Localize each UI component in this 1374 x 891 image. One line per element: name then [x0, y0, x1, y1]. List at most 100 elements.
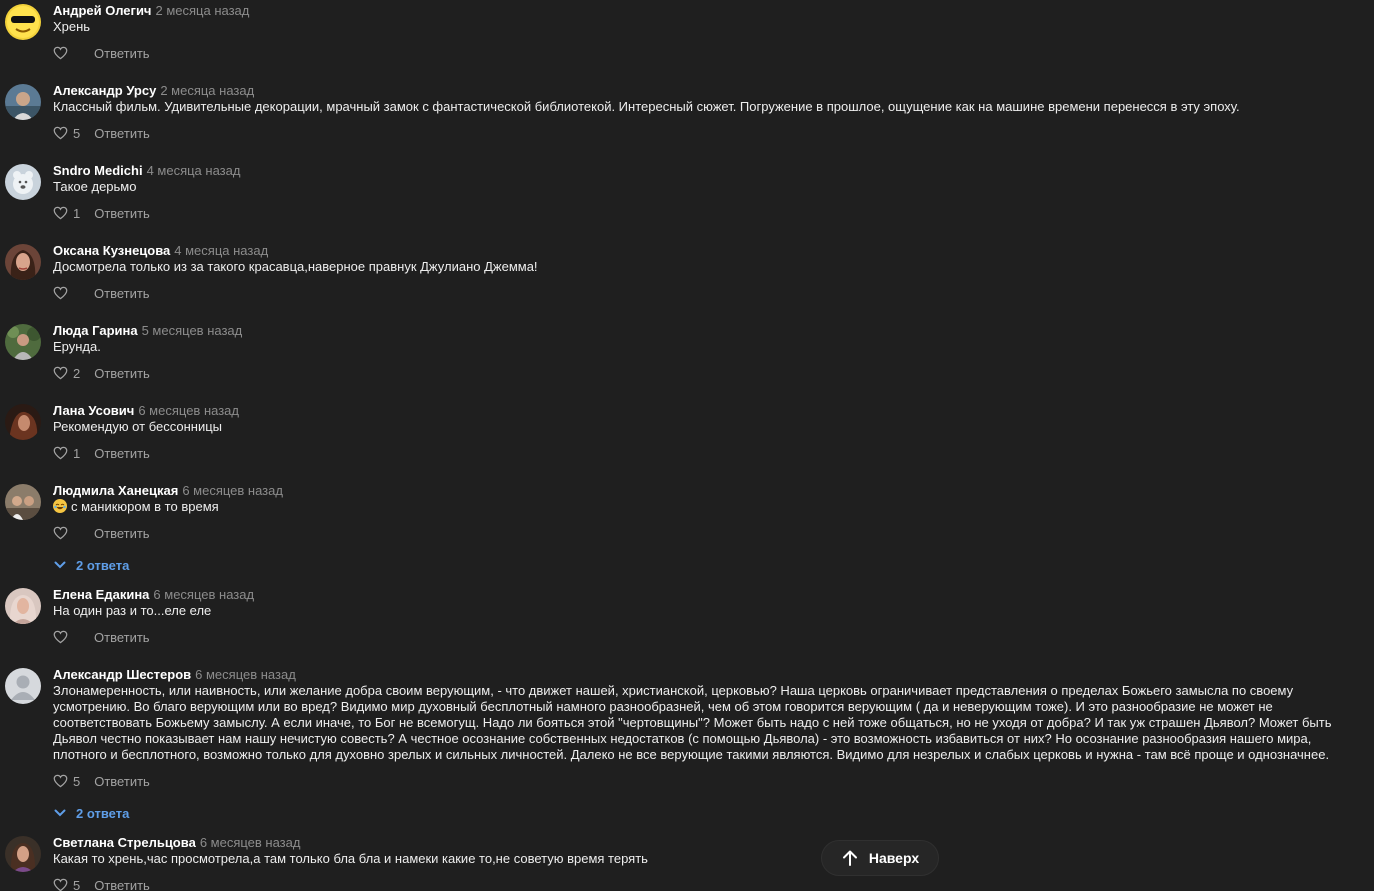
- avatar[interactable]: [5, 164, 41, 200]
- comment-time[interactable]: 2 месяца назад: [160, 83, 254, 98]
- comment-text: Какая то хрень,час просмотрела,а там тол…: [53, 851, 648, 866]
- comment-time[interactable]: 4 месяца назад: [147, 163, 241, 178]
- comment-actions: 5 Ответить: [53, 773, 150, 789]
- like-button[interactable]: [53, 525, 80, 541]
- author-name[interactable]: Светлана Стрельцова: [53, 835, 196, 850]
- comment-time[interactable]: 6 месяцев назад: [153, 587, 254, 602]
- author-name[interactable]: Александр Урсу: [53, 83, 156, 98]
- comment-header: Елена Едакина 6 месяцев назад: [53, 587, 254, 603]
- heart-icon: [53, 774, 68, 788]
- comment-time[interactable]: 5 месяцев назад: [142, 323, 243, 338]
- author-name[interactable]: Елена Едакина: [53, 587, 149, 602]
- comment-text: На один раз и то...еле еле: [53, 603, 212, 618]
- avatar[interactable]: [5, 324, 41, 360]
- comment-actions: Ответить: [53, 45, 150, 61]
- like-button[interactable]: 5: [53, 773, 80, 789]
- avatar[interactable]: [5, 836, 41, 872]
- reply-button[interactable]: Ответить: [94, 206, 150, 221]
- like-count: 5: [73, 125, 81, 141]
- comment-time[interactable]: 6 месяцев назад: [138, 403, 239, 418]
- chevron-down-icon: [54, 561, 66, 569]
- comment-header: Александр Урсу 2 месяца назад: [53, 83, 254, 99]
- heart-icon: [53, 286, 68, 300]
- comment-actions: Ответить: [53, 285, 150, 301]
- author-name[interactable]: Оксана Кузнецова: [53, 243, 170, 258]
- comment-text: Досмотрела только из за такого красавца,…: [53, 259, 538, 274]
- comment-header: Sndro Medichi 4 месяца назад: [53, 163, 240, 179]
- avatar[interactable]: [5, 84, 41, 120]
- reply-button[interactable]: Ответить: [94, 126, 150, 141]
- avatar[interactable]: [5, 484, 41, 520]
- like-button[interactable]: [53, 285, 80, 301]
- reply-button[interactable]: Ответить: [94, 446, 150, 461]
- arrow-up-icon: [842, 850, 857, 866]
- heart-icon: [53, 46, 68, 60]
- comment-actions: 5 Ответить: [53, 877, 150, 891]
- like-button[interactable]: 1: [53, 445, 80, 461]
- replies-count: 2 ответа: [76, 805, 130, 821]
- avatar[interactable]: [5, 668, 41, 704]
- scroll-to-top-label: Наверх: [868, 850, 920, 866]
- author-name[interactable]: Sndro Medichi: [53, 163, 143, 178]
- heart-icon: [53, 630, 68, 644]
- comments-page: Андрей Олегич 2 месяца назад Хрень Ответи…: [0, 0, 1374, 891]
- like-button[interactable]: [53, 45, 80, 61]
- like-button[interactable]: 5: [53, 877, 80, 891]
- reply-button[interactable]: Ответить: [94, 774, 150, 789]
- comment-header: Светлана Стрельцова 6 месяцев назад: [53, 835, 300, 851]
- comment-text: Хрень: [53, 19, 91, 34]
- like-count: 5: [73, 877, 81, 891]
- comment-header: Лана Усович 6 месяцев назад: [53, 403, 239, 419]
- heart-icon: [53, 878, 68, 891]
- comment-header: Людмила Ханецкая 6 месяцев назад: [53, 483, 283, 499]
- comment-header: Оксана Кузнецова 4 месяца назад: [53, 243, 268, 259]
- comment-text: Классный фильм. Удивительные декорации, …: [53, 99, 1240, 114]
- comment-time[interactable]: 6 месяцев назад: [182, 483, 283, 498]
- avatar[interactable]: [5, 588, 41, 624]
- like-count: 5: [73, 773, 81, 789]
- author-name[interactable]: Лана Усович: [53, 403, 134, 418]
- comment-text: Злонамеренность, или наивность, или жела…: [53, 683, 1332, 762]
- heart-icon: [53, 206, 68, 220]
- author-name[interactable]: Андрей Олегич: [53, 3, 151, 18]
- heart-icon: [53, 126, 68, 140]
- scroll-to-top-button[interactable]: Наверх: [821, 840, 939, 876]
- comment-time[interactable]: 6 месяцев назад: [200, 835, 301, 850]
- reply-button[interactable]: Ответить: [94, 526, 150, 541]
- comment-text-content: с маникюром в то время: [71, 499, 219, 514]
- avatar[interactable]: [5, 244, 41, 280]
- comment-time[interactable]: 2 месяца назад: [155, 3, 249, 18]
- show-replies-button[interactable]: 2 ответа: [54, 557, 129, 573]
- comment-actions: 1 Ответить: [53, 205, 150, 221]
- like-button[interactable]: 5: [53, 125, 80, 141]
- comment-text: Такое дерьмо: [53, 179, 137, 194]
- like-count: 2: [73, 365, 81, 381]
- comment-header: Александр Шестеров 6 месяцев назад: [53, 667, 296, 683]
- reply-button[interactable]: Ответить: [94, 878, 150, 891]
- author-name[interactable]: Людмила Ханецкая: [53, 483, 178, 498]
- comment-actions: Ответить: [53, 525, 150, 541]
- like-button[interactable]: 1: [53, 205, 80, 221]
- comment-text: Ерунда.: [53, 339, 101, 354]
- avatar[interactable]: [5, 4, 41, 40]
- heart-icon: [53, 366, 68, 380]
- comment-time[interactable]: 4 месяца назад: [174, 243, 268, 258]
- reply-button[interactable]: Ответить: [94, 46, 150, 61]
- author-name[interactable]: Люда Гарина: [53, 323, 138, 338]
- comment-time[interactable]: 6 месяцев назад: [195, 667, 296, 682]
- reply-button[interactable]: Ответить: [94, 366, 150, 381]
- author-name[interactable]: Александр Шестеров: [53, 667, 191, 682]
- comment-header: Андрей Олегич 2 месяца назад: [53, 3, 249, 19]
- like-button[interactable]: 2: [53, 365, 80, 381]
- comment-header: Люда Гарина 5 месяцев назад: [53, 323, 242, 339]
- show-replies-button[interactable]: 2 ответа: [54, 805, 129, 821]
- like-count: 1: [73, 205, 81, 221]
- reply-button[interactable]: Ответить: [94, 286, 150, 301]
- comment-actions: 2 Ответить: [53, 365, 150, 381]
- comment-actions: Ответить: [53, 629, 150, 645]
- like-button[interactable]: [53, 629, 80, 645]
- heart-icon: [53, 526, 68, 540]
- reply-button[interactable]: Ответить: [94, 630, 150, 645]
- avatar[interactable]: [5, 404, 41, 440]
- comment-actions: 5 Ответить: [53, 125, 150, 141]
